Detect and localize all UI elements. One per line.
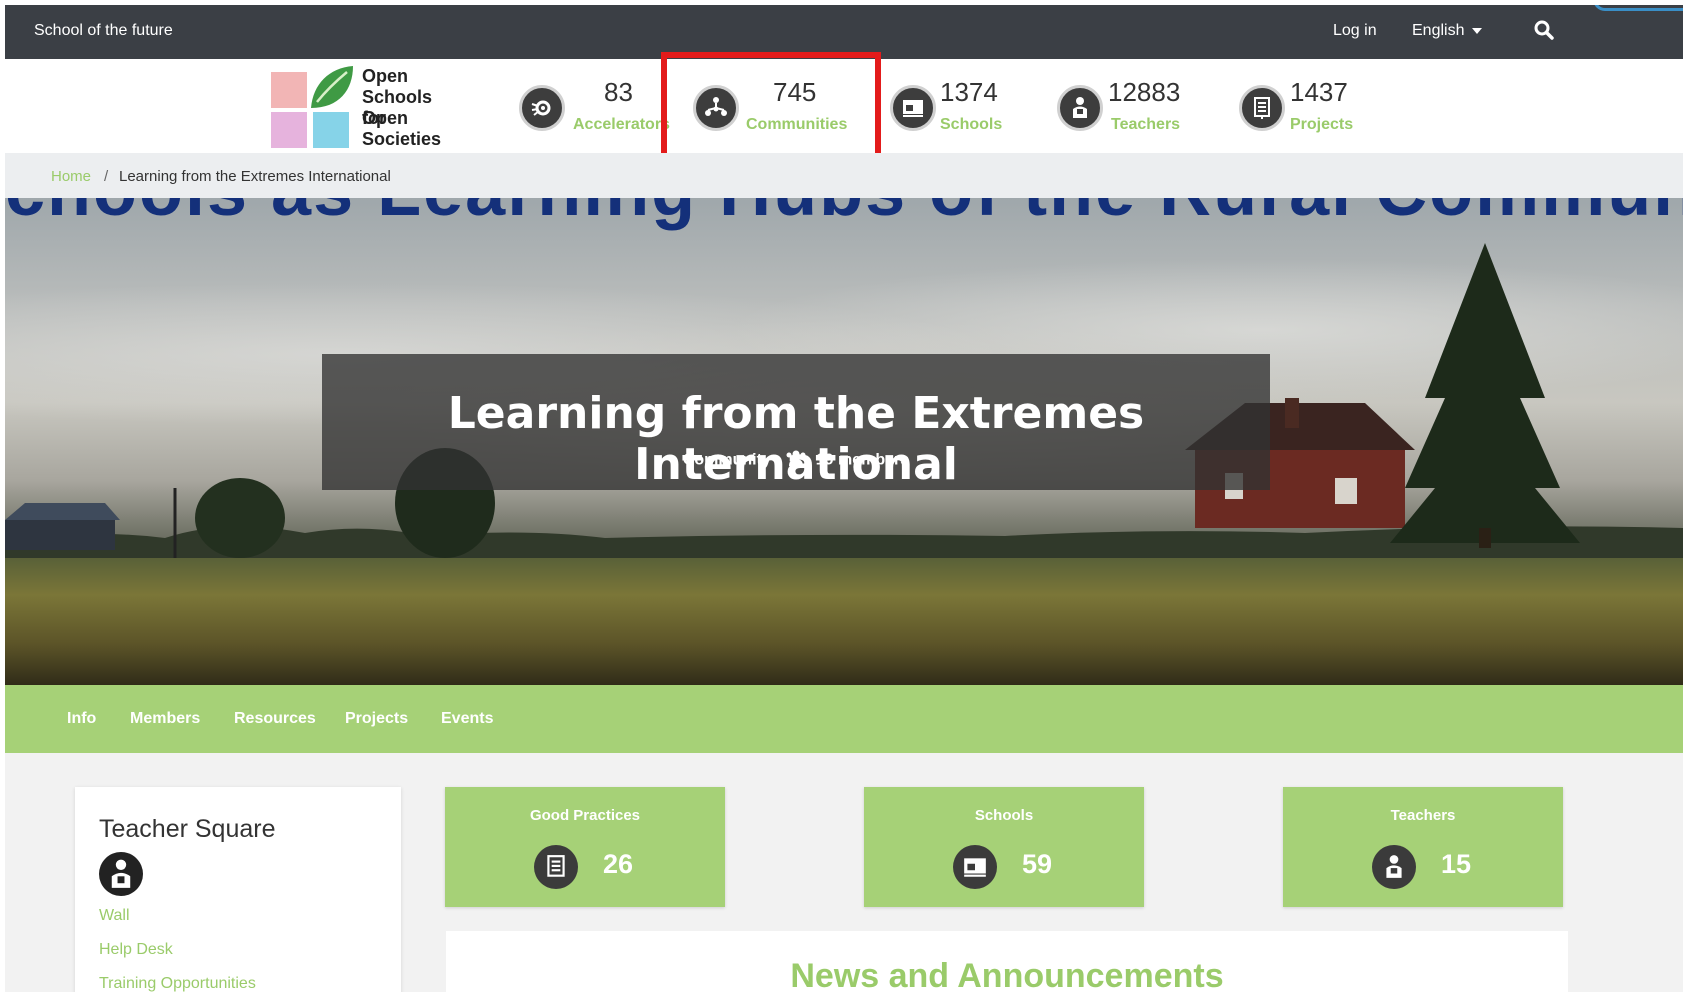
projects-document-icon — [1239, 85, 1285, 131]
logo-text-line: Open — [362, 108, 409, 128]
community-title: Learning from the Extremes International — [447, 388, 1145, 490]
sidebar-link-help-desk[interactable]: Help Desk — [99, 941, 173, 959]
sidebar-link-wall[interactable]: Wall — [99, 907, 130, 925]
card-title: Teachers — [1390, 807, 1456, 824]
logo-square-blue — [313, 112, 349, 148]
projects-label: Projects — [1290, 116, 1354, 133]
logo-square-pink — [271, 72, 307, 108]
card-schools[interactable]: Schools 59 — [864, 787, 1144, 907]
teacher-person-icon — [99, 852, 143, 896]
community-type-label: Community — [682, 451, 771, 469]
community-hero-banner: chools as Learning Hubs of the Rural Com… — [5, 198, 1683, 685]
card-value: 26 — [603, 849, 634, 879]
card-title: Good Practices — [529, 807, 641, 824]
stat-schools[interactable]: 1374 Schools — [890, 75, 1010, 145]
schools-label: Schools — [940, 116, 1003, 133]
community-members-count: 19 members — [815, 451, 910, 469]
stat-projects[interactable]: 1437 Projects — [1239, 75, 1369, 145]
hero-caption-box: Learning from the Extremes International… — [322, 354, 1270, 490]
accelerators-count: 83 — [604, 77, 633, 107]
top-navigation-bar: School of the future Log in English — [5, 5, 1683, 59]
card-good-practices[interactable]: Good Practices 26 — [445, 787, 725, 907]
corner-accent-decoration — [1593, 5, 1683, 11]
logo-square-lilac — [271, 112, 307, 148]
logo-leaf-icon — [311, 66, 353, 108]
teacher-person-icon — [1057, 85, 1103, 131]
sidebar-link-training[interactable]: Training Opportunities — [99, 975, 256, 992]
schools-board-icon — [953, 845, 997, 889]
community-tabs: Info Members Resources Projects Events — [5, 685, 1683, 753]
card-value: 59 — [1022, 849, 1053, 879]
language-selector[interactable]: English — [1412, 22, 1483, 40]
members-users-icon — [785, 450, 807, 471]
breadcrumb: Home / Learning from the Extremes Intern… — [5, 153, 1683, 198]
news-heading: News and Announcements — [790, 957, 1224, 992]
breadcrumb-home-link[interactable]: Home — [51, 168, 91, 185]
breadcrumb-current: Learning from the Extremes International — [119, 168, 391, 185]
stat-teachers[interactable]: 12883 Teachers — [1057, 75, 1197, 145]
search-icon[interactable] — [1533, 19, 1555, 41]
teachers-label: Teachers — [1111, 116, 1181, 133]
news-section: News and Announcements — [446, 931, 1568, 992]
accelerators-label: Accelerators — [573, 116, 670, 133]
logo-text-line: Societies — [362, 129, 442, 149]
language-label: English — [1412, 22, 1465, 39]
schools-board-icon — [890, 85, 936, 131]
schools-count: 1374 — [940, 77, 998, 107]
caret-down-icon — [1472, 27, 1483, 34]
site-logo[interactable]: Open Schools for Open Societies — [271, 64, 451, 150]
projects-document-icon — [534, 845, 578, 889]
page: School of the future Log in English Open… — [5, 5, 1683, 992]
teacher-person-icon — [1372, 845, 1416, 889]
tab-projects[interactable]: Projects — [345, 710, 408, 728]
card-value: 15 — [1441, 849, 1472, 879]
communities-highlight-box — [661, 52, 881, 167]
tab-info[interactable]: Info — [67, 710, 96, 728]
tab-events[interactable]: Events — [441, 710, 493, 728]
stat-accelerators[interactable]: 83 Accelerators — [519, 75, 670, 145]
teacher-square-heading: Teacher Square — [99, 815, 276, 843]
tab-resources[interactable]: Resources — [234, 710, 316, 728]
login-link[interactable]: Log in — [1333, 22, 1377, 40]
breadcrumb-separator: / — [104, 168, 109, 185]
accelerators-gear-icon — [519, 85, 565, 131]
teacher-square-panel: Teacher Square Wall Help Desk Training O… — [75, 787, 401, 992]
card-teachers[interactable]: Teachers 15 — [1283, 787, 1563, 907]
logo-text-line: Open — [362, 66, 409, 86]
card-title: Schools — [974, 807, 1034, 824]
tab-members[interactable]: Members — [130, 710, 200, 728]
projects-count: 1437 — [1290, 77, 1348, 107]
site-name-link[interactable]: School of the future — [34, 22, 173, 40]
community-meta: Community 19 members — [322, 450, 1270, 471]
teachers-count: 12883 — [1108, 77, 1181, 107]
